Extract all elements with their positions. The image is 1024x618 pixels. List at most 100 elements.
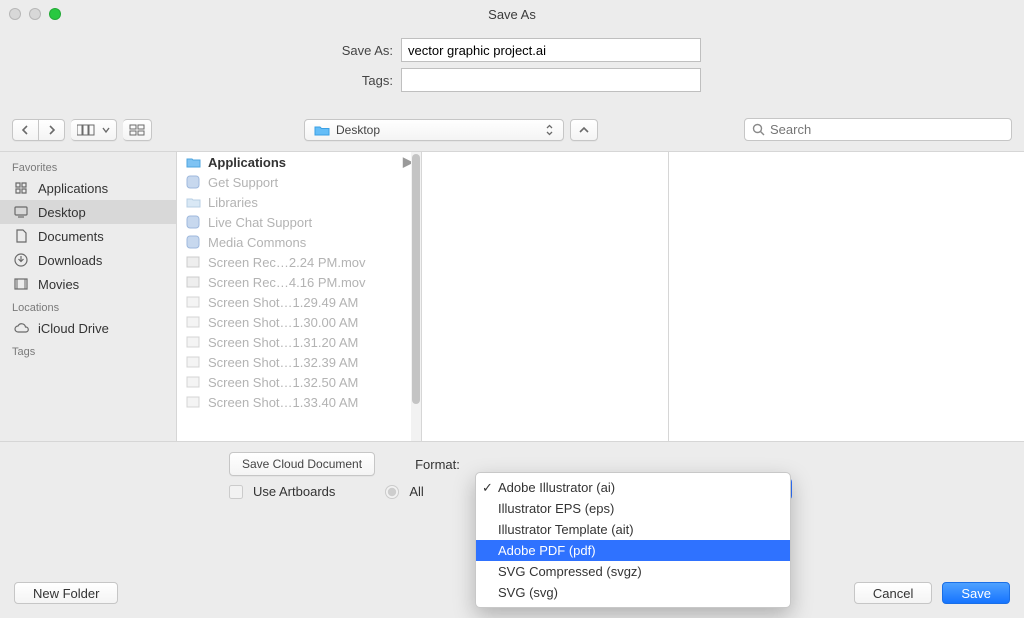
zoom-window-button[interactable]: [49, 8, 61, 20]
list-item[interactable]: Screen Shot…1.32.50 AM: [177, 372, 421, 392]
image-icon: [185, 374, 201, 390]
sidebar-item-label: Downloads: [38, 253, 102, 268]
close-window-button[interactable]: [9, 8, 21, 20]
collapse-button[interactable]: [570, 119, 598, 141]
forward-button[interactable]: [39, 119, 65, 141]
format-label: Format:: [415, 457, 460, 472]
cloud-icon: [12, 319, 30, 337]
view-mode-button[interactable]: [71, 119, 117, 141]
titlebar: Save As: [0, 0, 1024, 28]
saveas-field[interactable]: [401, 38, 701, 62]
sidebar-item-label: Movies: [38, 277, 79, 292]
nav-back-forward: [12, 119, 65, 141]
sidebar-item-documents[interactable]: Documents: [0, 224, 176, 248]
browser-column-2[interactable]: [422, 152, 669, 441]
format-menu: ✓ Adobe Illustrator (ai) Illustrator EPS…: [475, 472, 791, 608]
file-label: Screen Shot…1.32.50 AM: [208, 375, 358, 390]
tags-field[interactable]: [401, 68, 701, 92]
format-option-pdf[interactable]: Adobe PDF (pdf): [476, 540, 790, 561]
list-item[interactable]: Media Commons: [177, 232, 421, 252]
list-item[interactable]: Live Chat Support: [177, 212, 421, 232]
updown-icon: [545, 124, 554, 136]
list-item[interactable]: Applications ▶: [177, 152, 421, 172]
chevron-down-icon: [102, 126, 110, 134]
list-item[interactable]: Screen Shot…1.33.40 AM: [177, 392, 421, 412]
sidebar-item-movies[interactable]: Movies: [0, 272, 176, 296]
file-label: Libraries: [208, 195, 258, 210]
file-label: Live Chat Support: [208, 215, 312, 230]
list-item[interactable]: Libraries: [177, 192, 421, 212]
format-option-label: SVG Compressed (svgz): [498, 564, 642, 579]
minimize-window-button[interactable]: [29, 8, 41, 20]
format-option-svg[interactable]: SVG (svg): [476, 582, 790, 603]
file-label: Screen Shot…1.32.39 AM: [208, 355, 358, 370]
image-icon: [185, 314, 201, 330]
folder-icon: [314, 124, 330, 136]
sidebar-item-applications[interactable]: Applications: [0, 176, 176, 200]
use-artboards-checkbox: [229, 485, 243, 499]
image-icon: [185, 334, 201, 350]
format-option-label: Illustrator EPS (eps): [498, 501, 614, 516]
group-button[interactable]: [123, 119, 152, 141]
window-controls: [9, 8, 61, 20]
app-icon: [185, 234, 201, 250]
sidebar-heading-favorites: Favorites: [0, 156, 176, 176]
columns-icon: [77, 124, 99, 136]
app-icon: [185, 214, 201, 230]
format-option-eps[interactable]: Illustrator EPS (eps): [476, 498, 790, 519]
file-label: Applications: [208, 155, 286, 170]
saveas-label: Save As:: [323, 43, 393, 58]
list-item[interactable]: Get Support: [177, 172, 421, 192]
tags-row: Tags:: [0, 68, 1024, 92]
group-icon: [129, 124, 145, 136]
sidebar-item-icloud[interactable]: iCloud Drive: [0, 316, 176, 340]
browser-column-1[interactable]: Applications ▶ Get Support Libraries Liv…: [177, 152, 422, 441]
sidebar-heading-locations: Locations: [0, 296, 176, 316]
search-input[interactable]: [770, 122, 1004, 137]
save-cloud-button[interactable]: Save Cloud Document: [229, 452, 375, 476]
list-item[interactable]: Screen Shot…1.31.20 AM: [177, 332, 421, 352]
format-option-ait[interactable]: Illustrator Template (ait): [476, 519, 790, 540]
documents-icon: [12, 227, 30, 245]
sidebar-item-label: Documents: [38, 229, 104, 244]
sidebar-item-downloads[interactable]: Downloads: [0, 248, 176, 272]
list-item[interactable]: Screen Shot…1.30.00 AM: [177, 312, 421, 332]
chevron-right-icon: [47, 125, 56, 135]
cancel-button[interactable]: Cancel: [854, 582, 932, 604]
save-button[interactable]: Save: [942, 582, 1010, 604]
list-item[interactable]: Screen Rec…4.16 PM.mov: [177, 272, 421, 292]
format-option-label: SVG (svg): [498, 585, 558, 600]
desktop-icon: [12, 203, 30, 221]
list-item[interactable]: Screen Rec…2.24 PM.mov: [177, 252, 421, 272]
scrollbar[interactable]: [411, 152, 421, 441]
location-popup[interactable]: Desktop: [304, 119, 564, 141]
file-label: Screen Shot…1.33.40 AM: [208, 395, 358, 410]
format-option-ai[interactable]: ✓ Adobe Illustrator (ai): [476, 477, 790, 498]
list-item[interactable]: Screen Shot…1.32.39 AM: [177, 352, 421, 372]
sidebar: Favorites Applications Desktop Documents: [0, 152, 177, 441]
scroll-thumb[interactable]: [412, 154, 420, 404]
folder-icon: [185, 154, 201, 170]
use-artboards-label: Use Artboards: [253, 484, 335, 499]
file-label: Get Support: [208, 175, 278, 190]
app-icon: [185, 174, 201, 190]
movie-icon: [185, 254, 201, 270]
folder-icon: [185, 194, 201, 210]
tags-label: Tags:: [323, 73, 393, 88]
back-button[interactable]: [12, 119, 39, 141]
format-option-label: Adobe PDF (pdf): [498, 543, 596, 558]
search-field[interactable]: [744, 118, 1012, 141]
format-option-svgz[interactable]: SVG Compressed (svgz): [476, 561, 790, 582]
downloads-icon: [12, 251, 30, 269]
file-label: Screen Rec…2.24 PM.mov: [208, 255, 366, 270]
new-folder-button[interactable]: New Folder: [14, 582, 118, 604]
location-label: Desktop: [336, 123, 380, 137]
all-label: All: [409, 484, 423, 499]
browser-column-3[interactable]: [669, 152, 1024, 441]
file-label: Screen Shot…1.31.20 AM: [208, 335, 358, 350]
list-item[interactable]: Screen Shot…1.29.49 AM: [177, 292, 421, 312]
all-radio: [385, 485, 399, 499]
file-browser: Favorites Applications Desktop Documents: [0, 152, 1024, 442]
sidebar-item-desktop[interactable]: Desktop: [0, 200, 176, 224]
format-option-label: Illustrator Template (ait): [498, 522, 634, 537]
